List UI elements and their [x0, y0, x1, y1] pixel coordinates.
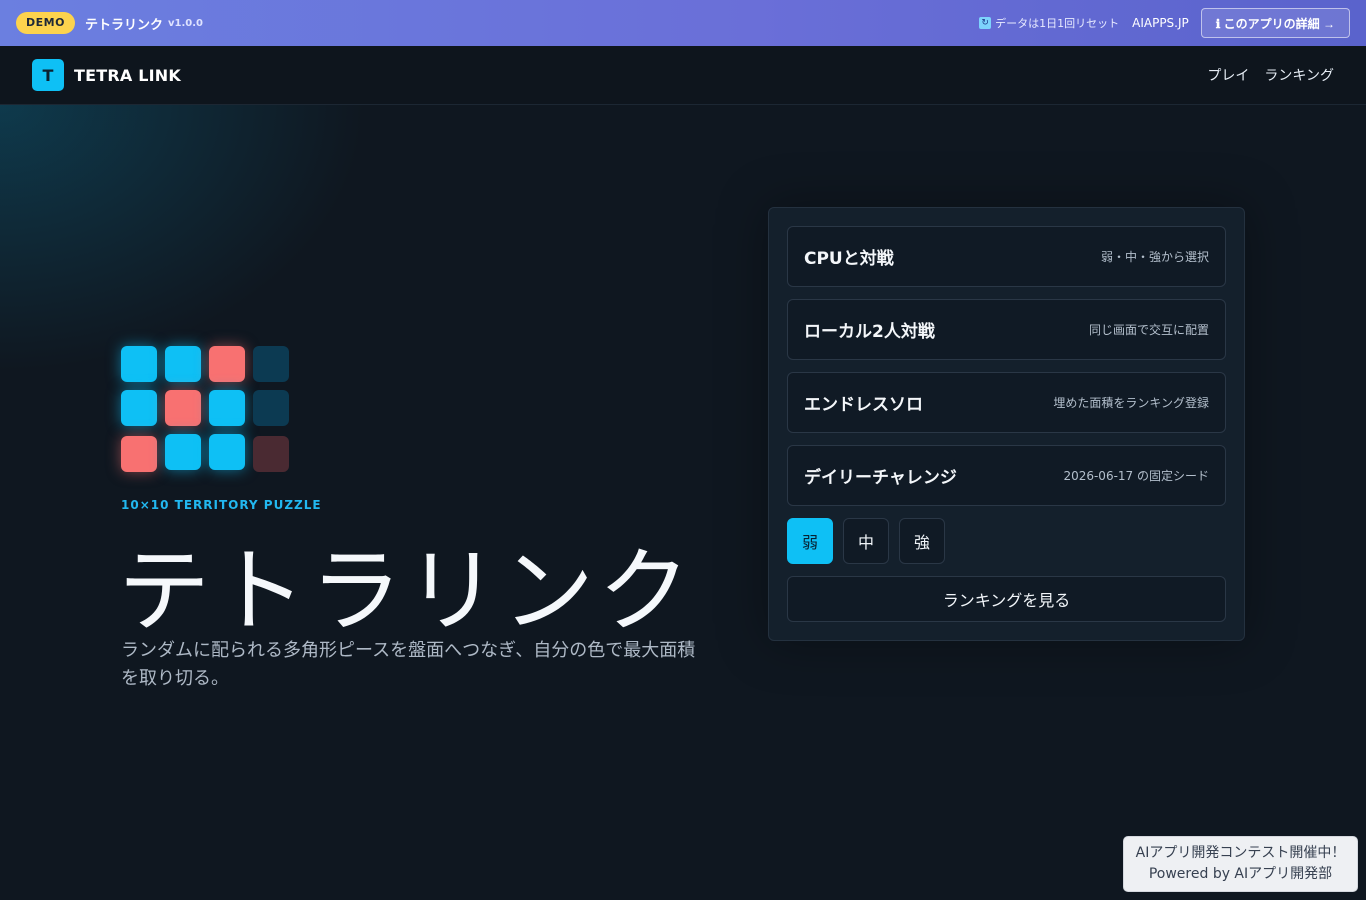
tile-cyan: [165, 434, 201, 470]
contest-line-1: AIアプリ開発コンテスト開催中！: [1135, 845, 1346, 861]
reset-note: ↻ データは1日1回リセット: [979, 15, 1119, 31]
tile-red: [209, 346, 245, 382]
refresh-icon: ↻: [979, 17, 992, 29]
demo-badge: DEMO: [16, 12, 75, 34]
mode-subtitle: 埋めた面積をランキング登録: [1053, 396, 1209, 410]
tile-dim-cyan: [253, 390, 289, 426]
mode-subtitle: 同じ画面で交互に配置: [1088, 323, 1209, 337]
difficulty-easy-button[interactable]: 弱: [787, 518, 833, 564]
contest-badge[interactable]: AIアプリ開発コンテスト開催中！ Powered by AIアプリ開発部: [1123, 836, 1358, 892]
tile-cyan: [121, 346, 157, 382]
logo-icon[interactable]: T: [32, 59, 64, 91]
tile-cyan: [165, 346, 201, 382]
demo-banner: DEMO テトラリンク v1.0.0 ↻ データは1日1回リセット AIAPPS…: [0, 0, 1366, 46]
hero-title: テトラリンク: [118, 538, 695, 645]
difficulty-medium-button[interactable]: 中: [843, 518, 889, 564]
tile-cyan: [209, 434, 245, 470]
mode-subtitle: 弱・中・強から選択: [1100, 250, 1209, 264]
nav-link-play[interactable]: プレイ: [1207, 65, 1249, 85]
mode-title: ローカル2人対戦: [804, 322, 935, 342]
mode-subtitle: 2026-06-17 の固定シード: [1063, 469, 1209, 483]
contest-line-2: Powered by AIアプリ開発部: [1148, 866, 1333, 882]
tile-red: [121, 436, 157, 472]
mode-card-local-2p[interactable]: ローカル2人対戦 同じ画面で交互に配置: [787, 299, 1226, 360]
site-link[interactable]: AIAPPS.JP: [1132, 16, 1189, 30]
demo-right-group: ↻ データは1日1回リセット AIAPPS.JP ℹ このアプリの詳細 →: [979, 8, 1350, 38]
tile-dim-cyan: [253, 346, 289, 382]
demo-version: v1.0.0: [167, 17, 203, 29]
hero-eyebrow: 10×10 TERRITORY PUZZLE: [121, 498, 322, 512]
tile-cyan: [121, 390, 157, 426]
tile-cyan: [209, 390, 245, 426]
demo-app-name: テトラリンク: [84, 17, 163, 33]
reset-note-text: データは1日1回リセット: [995, 17, 1120, 30]
mode-title: CPUと対戦: [804, 249, 894, 269]
mode-select-panel: CPUと対戦 弱・中・強から選択 ローカル2人対戦 同じ画面で交互に配置 エンド…: [768, 207, 1245, 641]
app-detail-button[interactable]: ℹ このアプリの詳細 →: [1200, 8, 1350, 38]
logo-text[interactable]: TETRA LINK: [74, 66, 181, 85]
mode-title: エンドレスソロ: [804, 395, 923, 415]
difficulty-hard-button[interactable]: 強: [899, 518, 945, 564]
tile-red: [165, 390, 201, 426]
tile-dim-red: [253, 436, 289, 472]
mode-card-endless-solo[interactable]: エンドレスソロ 埋めた面積をランキング登録: [787, 372, 1226, 433]
nav-links: プレイ ランキング: [1207, 65, 1334, 85]
hero-description: ランダムに配られる多角形ピースを盤面へつなぎ、自分の色で最大面積を取り切る。: [121, 640, 696, 689]
view-ranking-button[interactable]: ランキングを見る: [787, 576, 1226, 622]
mode-card-daily-challenge[interactable]: デイリーチャレンジ 2026-06-17 の固定シード: [787, 445, 1226, 506]
main-nav: T TETRA LINK プレイ ランキング: [0, 46, 1366, 105]
mode-card-cpu[interactable]: CPUと対戦 弱・中・強から選択: [787, 226, 1226, 287]
difficulty-selector: 弱 中 強: [787, 518, 945, 564]
mode-title: デイリーチャレンジ: [804, 468, 957, 488]
nav-link-ranking[interactable]: ランキング: [1264, 65, 1334, 85]
